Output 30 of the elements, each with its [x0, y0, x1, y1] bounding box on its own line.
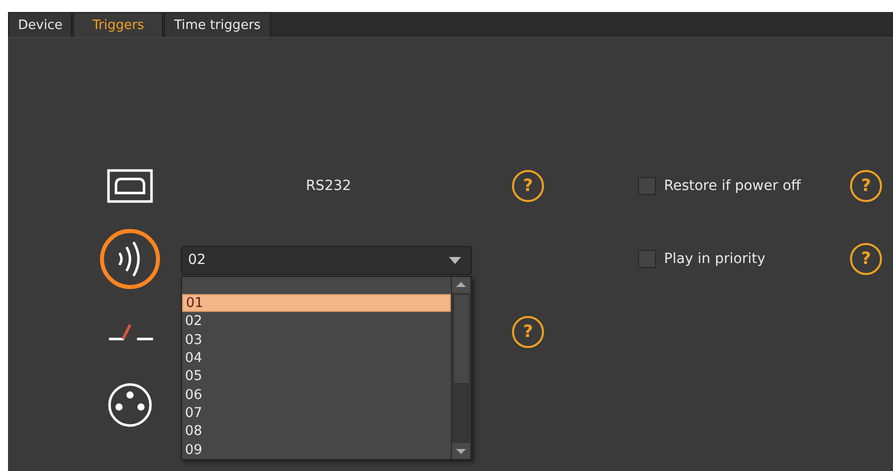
tab[interactable]: Triggers	[73, 12, 164, 37]
selection-ring[interactable]	[100, 229, 160, 289]
help-button[interactable]: ?	[850, 243, 882, 275]
list-option[interactable]: 09	[182, 440, 451, 460]
switch-icon[interactable]	[107, 322, 153, 342]
caret-icon[interactable]	[449, 256, 461, 264]
list-option[interactable]: 02	[182, 312, 451, 331]
tab[interactable]: Time triggers	[164, 12, 271, 37]
scroll-down-icon[interactable]	[452, 443, 470, 459]
checkbox-label: Restore if power off	[664, 178, 801, 194]
port-icon[interactable]	[107, 169, 153, 203]
list-option[interactable]: 06	[182, 386, 451, 404]
list-option[interactable]: 05	[182, 367, 451, 386]
checkbox[interactable]	[638, 250, 656, 268]
help-button[interactable]: ?	[512, 170, 544, 202]
list-option[interactable]: 07	[182, 404, 451, 422]
list-option[interactable]: 01	[182, 294, 451, 312]
help-button[interactable]: ?	[512, 316, 544, 348]
help-button[interactable]: ?	[850, 170, 882, 202]
list-option[interactable]: 04	[182, 348, 451, 368]
list-option[interactable]: 03	[182, 330, 451, 349]
scrollbar[interactable]	[451, 277, 471, 459]
trigger-label: RS232	[306, 178, 352, 194]
checkbox-label: Play in priority	[664, 251, 766, 267]
connector-icon[interactable]	[107, 382, 153, 428]
dropdown[interactable]: 02	[181, 246, 472, 274]
checkbox[interactable]	[638, 177, 656, 195]
list-option[interactable]: 08	[182, 422, 451, 441]
tab[interactable]: Device	[8, 12, 72, 37]
scroll-up-icon[interactable]	[452, 277, 470, 293]
